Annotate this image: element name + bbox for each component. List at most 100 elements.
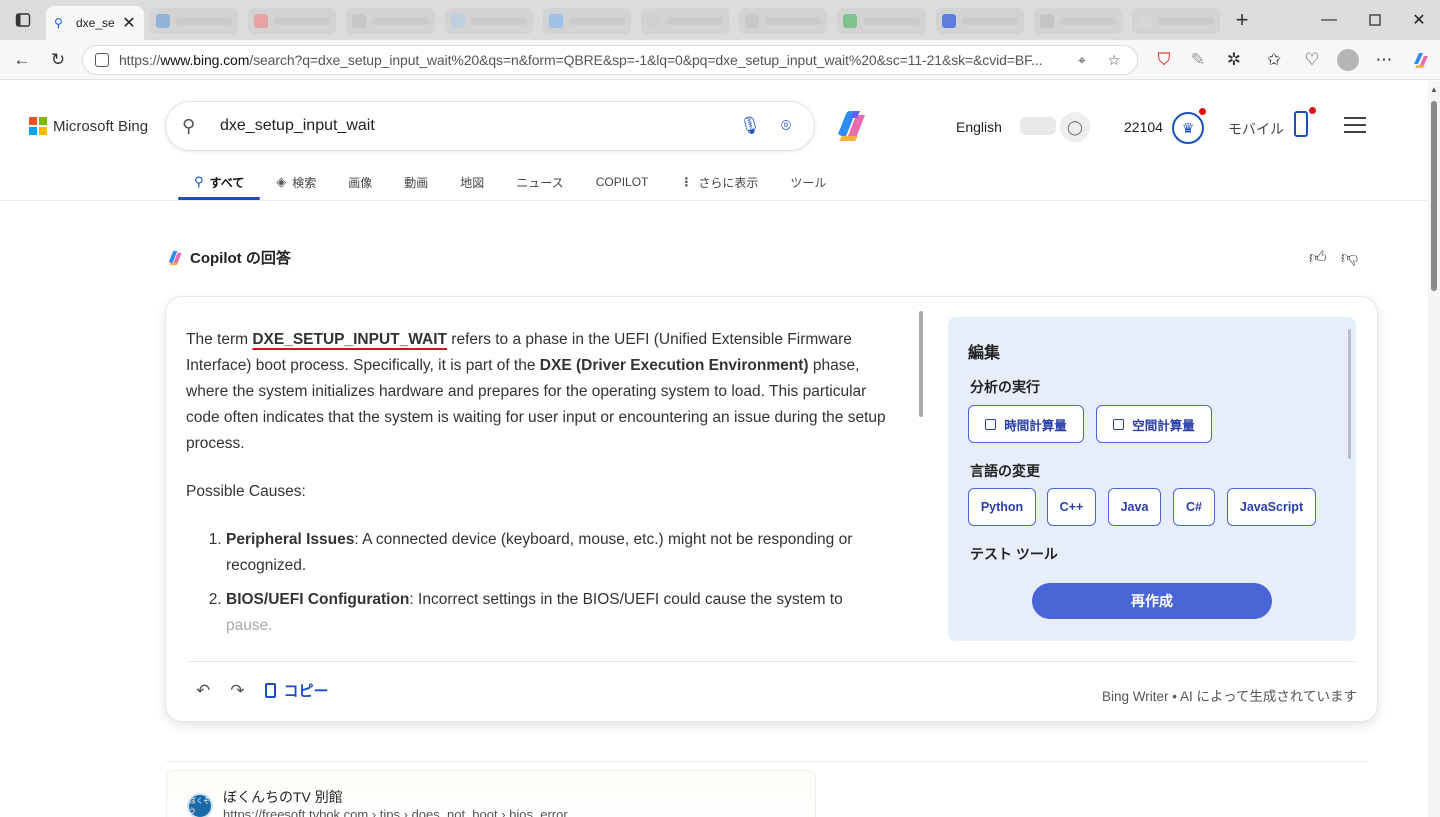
background-tab[interactable]: [150, 8, 239, 34]
answer-text: The term DXE_SETUP_INPUT_WAIT refers to …: [186, 327, 898, 647]
nav-tab-0[interactable]: ⚲ すべて: [178, 163, 261, 201]
nav-tab-3[interactable]: 動画: [388, 163, 444, 201]
back-button[interactable]: ←: [8, 46, 36, 74]
extensions-puzzle-icon[interactable]: ✲: [1220, 46, 1248, 74]
profile-avatar[interactable]: [1334, 46, 1362, 74]
language-cpp-button[interactable]: C++: [1047, 488, 1096, 526]
language-python-button[interactable]: Python: [968, 488, 1036, 526]
close-tab-icon[interactable]: ✕: [122, 13, 136, 33]
background-tab[interactable]: [1131, 8, 1221, 34]
user-name-blurred[interactable]: [1020, 117, 1056, 135]
nav-tab-1[interactable]: ◈ 検索: [260, 163, 332, 201]
rewards-trophy-icon[interactable]: ♛: [1172, 112, 1204, 144]
thumbs-up-icon[interactable]: 👍︎: [1309, 247, 1327, 268]
nav-tab-7[interactable]: ⋮ さらに表示: [664, 163, 774, 201]
refresh-button[interactable]: ↻: [44, 46, 72, 74]
panel-scrollbar[interactable]: [1348, 329, 1351, 459]
tab-favicon-icon: [1039, 14, 1054, 28]
tab-strip: ⚲ dxe_se ✕ + — ✕: [0, 0, 1440, 40]
scroll-up-icon[interactable]: ▲: [1430, 85, 1438, 94]
visual-search-icon[interactable]: ⌾: [774, 116, 798, 136]
background-tab[interactable]: [542, 8, 631, 34]
favorites-icon[interactable]: ✩: [1260, 46, 1288, 74]
extension-shield-icon[interactable]: ⛉: [1150, 46, 1178, 74]
nav-tab-5[interactable]: ニュース: [500, 163, 579, 201]
answer-scrollbar[interactable]: [919, 311, 923, 417]
copy-button[interactable]: コピー: [264, 680, 329, 701]
test-tools-section-label: テスト ツール: [970, 546, 1058, 562]
microphone-icon[interactable]: 🎙: [738, 116, 762, 136]
result-breadcrumb[interactable]: https://freesoft.tvbok.com › tips › does…: [223, 807, 568, 817]
nav-tab-label: 画像: [348, 175, 373, 190]
term-link[interactable]: DXE_SETUP_INPUT_WAIT: [252, 331, 447, 348]
tab-title-blurred: [568, 17, 625, 25]
list-item: Peripheral Issues: A connected device (k…: [226, 527, 898, 579]
copilot-answer-title: Copilot の回答: [190, 250, 291, 267]
nav-tab-2[interactable]: 画像: [332, 163, 388, 201]
bing-logo-text: Microsoft Bing: [53, 117, 149, 135]
time-complexity-button[interactable]: 時間計算量: [968, 405, 1084, 443]
redo-icon[interactable]: ↷: [230, 681, 244, 701]
lock-icon: [95, 53, 109, 67]
language-selector[interactable]: English: [956, 119, 1002, 135]
background-tab[interactable]: [640, 8, 730, 34]
tab-title-blurred: [372, 17, 429, 25]
tab-favicon-icon: [745, 14, 760, 28]
language-java-button[interactable]: Java: [1108, 488, 1161, 526]
edit-panel-title: 編集: [968, 345, 1001, 362]
maximize-button[interactable]: [1352, 0, 1398, 40]
checkbox-icon: [1113, 418, 1125, 430]
tab-title-blurred: [666, 17, 724, 25]
mobile-phone-icon[interactable]: [1294, 111, 1308, 137]
analysis-section-label: 分析の実行: [970, 379, 1040, 395]
background-tab[interactable]: [837, 8, 926, 34]
search-input[interactable]: [220, 117, 726, 135]
more-vertical-icon: ⋮: [680, 175, 693, 189]
nav-tab-8[interactable]: ツール: [774, 163, 842, 201]
browser-essentials-icon[interactable]: ♡: [1298, 46, 1326, 74]
tab-favicon-icon: [843, 14, 858, 28]
search-icon: ⚲: [182, 115, 196, 136]
nav-tab-4[interactable]: 地図: [444, 163, 500, 201]
page-scrollbar[interactable]: ▲: [1428, 81, 1440, 817]
space-complexity-button[interactable]: 空間計算量: [1096, 405, 1212, 443]
nav-tab-6[interactable]: COPILOT: [580, 163, 665, 201]
favorite-star-icon[interactable]: ☆: [1103, 52, 1125, 69]
background-tab[interactable]: [739, 8, 828, 34]
user-icon[interactable]: ◯: [1060, 112, 1090, 142]
background-tab[interactable]: [444, 8, 533, 34]
background-tab[interactable]: [935, 8, 1024, 34]
background-tab[interactable]: [346, 8, 435, 34]
extension-icon[interactable]: ✎: [1184, 46, 1212, 74]
tab-favicon-icon: [1137, 14, 1152, 28]
background-tab[interactable]: [1033, 8, 1122, 34]
hamburger-menu-icon[interactable]: [1344, 117, 1366, 133]
result-site-name[interactable]: ぼくんちのTV 別館: [223, 787, 343, 807]
scrollbar-thumb[interactable]: [1431, 101, 1437, 291]
search-result[interactable]: ぼくそう ぼくんちのTV 別館 https://freesoft.tvbok.c…: [166, 770, 816, 817]
copilot-button[interactable]: [832, 108, 870, 144]
tab-title-blurred: [1157, 17, 1215, 25]
active-tab[interactable]: ⚲ dxe_se ✕: [46, 6, 144, 40]
regenerate-button[interactable]: 再作成: [1032, 583, 1272, 619]
tab-actions-button[interactable]: [0, 0, 46, 40]
language-section-label: 言語の変更: [970, 463, 1040, 479]
address-bar[interactable]: https://www.bing.com/search?q=dxe_setup_…: [82, 45, 1138, 75]
mobile-notification-dot: [1309, 107, 1316, 114]
more-menu-icon[interactable]: ⋯: [1370, 46, 1398, 74]
location-icon[interactable]: ⌖: [1071, 52, 1093, 69]
close-window-button[interactable]: ✕: [1396, 0, 1440, 40]
copilot-browser-icon[interactable]: [1407, 46, 1435, 74]
nav-tab-label: さらに表示: [698, 175, 759, 190]
rewards-points[interactable]: 22104: [1124, 119, 1163, 135]
new-tab-button[interactable]: +: [1228, 6, 1256, 34]
language-csharp-button[interactable]: C#: [1173, 488, 1215, 526]
nav-tab-label: 地図: [460, 175, 485, 190]
undo-icon[interactable]: ↶: [196, 681, 210, 701]
background-tab[interactable]: [248, 8, 337, 34]
minimize-button[interactable]: —: [1306, 0, 1352, 40]
bing-logo[interactable]: Microsoft Bing: [29, 117, 148, 135]
thumbs-down-icon[interactable]: 👎︎: [1341, 247, 1358, 268]
language-javascript-button[interactable]: JavaScript: [1227, 488, 1316, 526]
mobile-link[interactable]: モバイル: [1228, 119, 1284, 139]
